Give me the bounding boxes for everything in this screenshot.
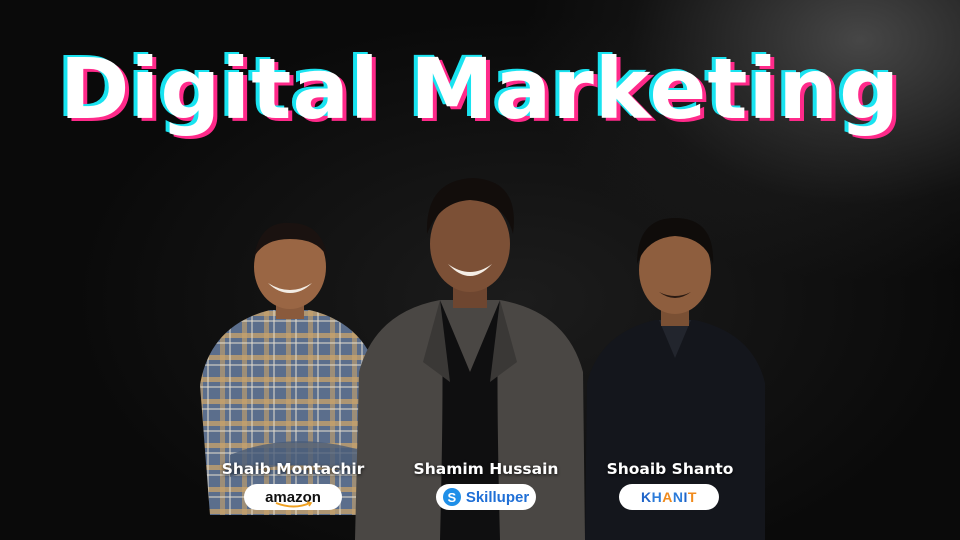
khanit-logo-text: KHANIT: [641, 489, 697, 505]
company-badge-khanit: KHANIT: [619, 484, 719, 510]
thumbnail-canvas: Digital Marketing Shaib Montachir Shamim…: [0, 0, 960, 540]
amazon-smile-icon: [275, 501, 313, 508]
speaker-name-right: Shoaib Shanto: [606, 460, 734, 478]
page-title: Digital Marketing: [59, 40, 901, 138]
skilluper-logo-text: Skilluper: [465, 488, 530, 506]
speaker-name-left: Shaib Montachir: [221, 460, 365, 478]
skilluper-icon: S: [442, 488, 461, 506]
speaker-name-center: Shamim Hussain: [413, 460, 559, 478]
company-badge-amazon: amazon: [244, 484, 342, 510]
company-badge-skilluper: S Skilluper: [436, 484, 536, 510]
